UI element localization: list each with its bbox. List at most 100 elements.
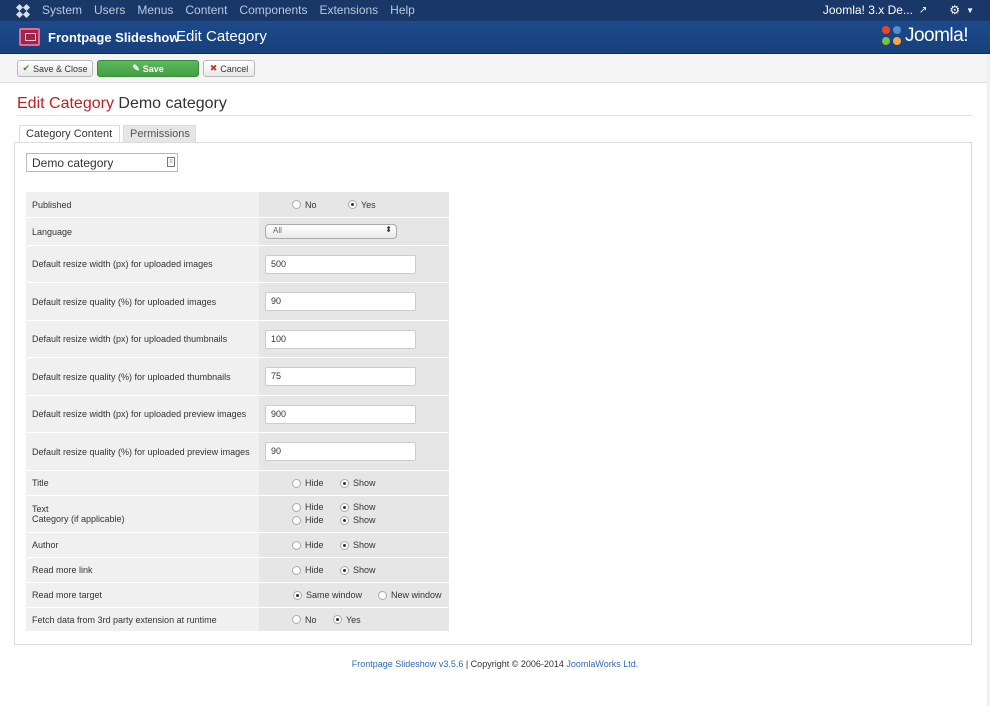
edit-heading: Edit Category Demo category <box>17 95 227 113</box>
param-value: Hide Show Hide Show <box>259 496 449 532</box>
radio-category-hide[interactable]: Hide <box>292 515 324 525</box>
radio-readmore-hide[interactable]: Hide <box>292 565 324 575</box>
radio-text-hide[interactable]: Hide <box>292 502 324 512</box>
radio-fetch-yes[interactable]: Yes <box>333 615 361 625</box>
param-label: Default resize width (px) for uploaded t… <box>26 321 259 357</box>
width-thumbs-input[interactable]: 100 <box>265 329 416 349</box>
language-value: All <box>273 226 282 235</box>
radio-label: New window <box>391 590 442 600</box>
component-name: Frontpage Slideshow <box>48 30 180 45</box>
param-value: 500 <box>259 246 449 282</box>
width-preview-input[interactable]: 900 <box>265 404 416 424</box>
radio-published-no[interactable]: No <box>292 200 317 210</box>
param-row-readmore: Read more link Hide Show <box>26 558 449 583</box>
param-label: Author <box>26 533 259 557</box>
radio-label: Yes <box>346 614 361 625</box>
product-link[interactable]: Frontpage Slideshow v3.5.6 <box>352 659 464 669</box>
radio-dot <box>292 200 301 209</box>
param-row-width-thumbs: Default resize width (px) for uploaded t… <box>26 321 449 358</box>
radio-label: Hide <box>305 478 324 488</box>
joomla-logo-icon[interactable] <box>15 3 31 19</box>
param-row-title: Title Hide Show <box>26 471 449 496</box>
page-header: Frontpage Slideshow Edit Category Joomla… <box>0 21 990 54</box>
param-label: Category (if applicable) <box>32 514 125 524</box>
menu-users[interactable]: Users <box>94 3 125 17</box>
external-link-icon[interactable]: ↗ <box>919 5 927 16</box>
tab-permissions[interactable]: Permissions <box>123 125 196 142</box>
menu-menus[interactable]: Menus <box>137 3 173 17</box>
joomla-wordmark: Joomla! <box>904 25 969 46</box>
save-close-button[interactable]: ✔ Save & Close <box>17 60 93 77</box>
toolbar: ✔ Save & Close ✎ Save ✖ Cancel <box>0 54 990 83</box>
param-value: All ⬍ <box>259 218 449 245</box>
param-label: Text <box>32 504 49 514</box>
footer: Frontpage Slideshow v3.5.6 | Copyright ©… <box>0 659 990 669</box>
cancel-button[interactable]: ✖ Cancel <box>203 60 255 77</box>
category-name-value: Demo category <box>32 155 114 170</box>
param-row-width-preview: Default resize width (px) for uploaded p… <box>26 396 449 433</box>
radio-author-hide[interactable]: Hide <box>292 540 324 550</box>
category-name-input[interactable]: Demo category ≡ <box>26 153 178 172</box>
param-label: Read more link <box>26 558 259 582</box>
clipboard-icon[interactable]: ≡ <box>167 157 175 167</box>
param-value: No Yes <box>259 608 449 631</box>
param-value: Hide Show <box>259 471 449 495</box>
radio-dot <box>340 515 349 525</box>
radio-dot <box>292 478 301 488</box>
param-row-quality-images: Default resize quality (%) for uploaded … <box>26 283 449 321</box>
language-select[interactable]: All ⬍ <box>265 224 397 239</box>
radio-dot <box>292 502 301 512</box>
radio-dot <box>340 565 349 575</box>
radio-text-show[interactable]: Show <box>340 502 376 512</box>
radio-author-show[interactable]: Show <box>340 540 376 550</box>
param-value: 75 <box>259 358 449 395</box>
menu-components[interactable]: Components <box>239 3 307 17</box>
radio-target-same[interactable]: Same window <box>293 590 362 600</box>
quality-thumbs-input[interactable]: 75 <box>265 367 416 386</box>
menu-content[interactable]: Content <box>185 3 227 17</box>
page-title: Edit Category <box>176 28 267 45</box>
radio-dot <box>340 478 349 488</box>
radio-dot <box>293 590 302 600</box>
radio-label: Show <box>353 515 376 525</box>
menu-help[interactable]: Help <box>390 3 415 17</box>
radio-label: Show <box>353 565 376 575</box>
width-images-input[interactable]: 500 <box>265 254 416 274</box>
quality-preview-input[interactable]: 90 <box>265 442 416 461</box>
tab-category-content[interactable]: Category Content <box>19 125 120 143</box>
param-row-quality-thumbs: Default resize quality (%) for uploaded … <box>26 358 449 396</box>
radio-label: No <box>305 614 317 625</box>
radio-readmore-show[interactable]: Show <box>340 565 376 575</box>
param-label: Published <box>26 192 259 217</box>
quality-images-input[interactable]: 90 <box>265 292 416 311</box>
site-link[interactable]: Joomla! 3.x De... <box>823 3 913 17</box>
chevron-down-icon[interactable]: ▼ <box>966 6 974 15</box>
heading-prefix: Edit Category <box>17 95 114 112</box>
menu-extensions[interactable]: Extensions <box>319 3 378 17</box>
save-label: Save <box>142 63 164 74</box>
param-label: Language <box>26 218 259 245</box>
radio-dot <box>340 502 349 512</box>
slideshow-icon <box>19 28 40 46</box>
save-button[interactable]: ✎ Save <box>97 60 199 77</box>
param-label: Read more target <box>26 583 259 607</box>
radio-fetch-no[interactable]: No <box>292 615 317 625</box>
radio-title-show[interactable]: Show <box>340 478 376 488</box>
radio-dot <box>348 200 357 209</box>
radio-title-hide[interactable]: Hide <box>292 478 324 488</box>
radio-dot <box>378 590 387 600</box>
cancel-icon: ✖ <box>209 63 218 73</box>
param-label: Title <box>26 471 259 495</box>
param-row-published: Published No Yes <box>26 192 449 218</box>
radio-label: Hide <box>305 565 324 575</box>
radio-category-show[interactable]: Show <box>340 515 376 525</box>
menu-system[interactable]: System <box>42 3 82 17</box>
params-table: Published No Yes Language All ⬍ Default r… <box>26 192 449 632</box>
company-link[interactable]: JoomlaWorks Ltd. <box>566 659 638 669</box>
gear-icon[interactable]: ⚙ <box>949 3 960 17</box>
edit-icon: ✎ <box>132 63 140 73</box>
radio-published-yes[interactable]: Yes <box>348 200 376 210</box>
radio-target-new[interactable]: New window <box>378 590 442 600</box>
param-label-group: Text Category (if applicable) <box>26 496 259 532</box>
param-row-text-category: Text Category (if applicable) Hide Show … <box>26 496 449 533</box>
